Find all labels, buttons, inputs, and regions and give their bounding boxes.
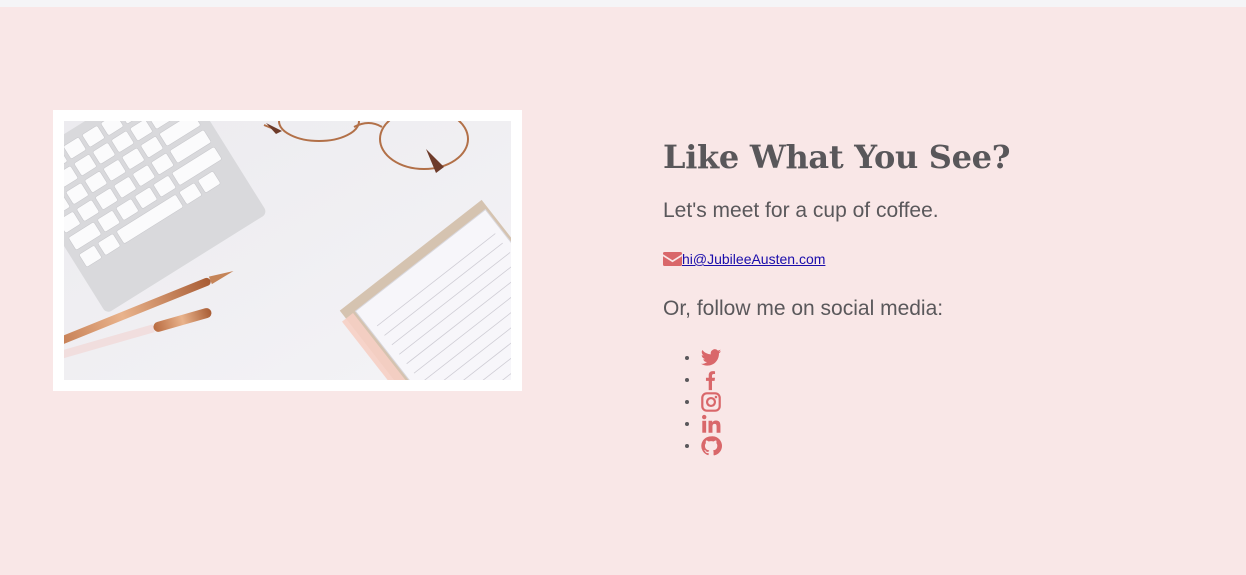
contact-heading: Like What You See?	[663, 138, 1011, 176]
twitter-icon[interactable]	[700, 347, 722, 369]
contact-tagline: Let's meet for a cup of coffee.	[663, 199, 939, 222]
contact-content: Like What You See? Let's meet for a cup …	[663, 135, 1183, 456]
list-item	[700, 390, 1183, 413]
social-list	[663, 346, 1183, 456]
list-item	[700, 434, 1183, 456]
github-icon[interactable]	[700, 435, 722, 457]
facebook-icon[interactable]	[700, 369, 722, 391]
list-item	[700, 368, 1183, 391]
desk-photo-frame	[53, 110, 522, 391]
list-item	[700, 412, 1183, 434]
instagram-icon[interactable]	[700, 391, 722, 413]
contact-section: Like What You See? Let's meet for a cup …	[0, 7, 1246, 575]
email-link[interactable]: hi@JubileeAusten.com	[682, 251, 825, 267]
envelope-icon	[663, 252, 682, 266]
linkedin-icon[interactable]	[700, 413, 722, 435]
email-row: hi@JubileeAusten.com	[663, 249, 1183, 269]
desk-photo	[64, 121, 511, 380]
list-item	[700, 346, 1183, 368]
follow-text: Or, follow me on social media:	[663, 297, 944, 320]
